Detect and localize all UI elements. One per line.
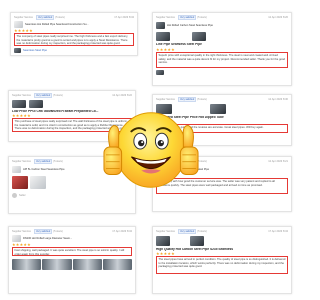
supplier-service-label: Supplier Service (12, 230, 31, 234)
product-link[interactable]: Seamless Steel Pipe (23, 49, 47, 52)
product-thumbnail[interactable] (12, 235, 21, 243)
thumbs-up-smiley-icon (103, 112, 199, 188)
review-text-box: Fast shipping, well packaged. It was qui… (12, 247, 132, 257)
pipe-photo[interactable] (156, 70, 164, 76)
product-thumbnail[interactable] (29, 100, 43, 109)
review-date: 17 Apr 2023 8:34 (112, 230, 132, 234)
product-thumbnail[interactable] (190, 236, 204, 247)
supplier-service-label: Supplier Service (14, 16, 33, 20)
supplier-service-label: Supplier Service (156, 230, 175, 234)
pipe-photo[interactable] (30, 176, 46, 190)
product-thumbnail[interactable] (12, 166, 21, 174)
pipe-photo[interactable] (192, 32, 206, 42)
pipe-photo[interactable] (156, 32, 170, 42)
review-date: 17 Apr 2023 8:34 (114, 16, 134, 20)
supplier-service-label: Supplier Service (156, 16, 175, 20)
avatar (12, 193, 17, 199)
product-title[interactable]: Line Pipe Seamless Steel Pipe (156, 43, 288, 47)
product-title[interactable]: DN100 Hot Rolled Large Diameter Seam... (23, 237, 72, 240)
pipe-photo[interactable] (42, 259, 72, 271)
pipe-photo[interactable] (12, 176, 28, 190)
pipe-photo-gallery[interactable] (12, 259, 132, 271)
rating-badge: Very satisfied (178, 15, 197, 21)
rating-stars-text: (5 stars) (53, 230, 63, 234)
rating-stars-text: (5 stars) (53, 160, 63, 164)
product-title[interactable]: API 5L Carbon Steel Seamless Pipe (23, 168, 65, 171)
rating-stars-text: (5 stars) (197, 230, 207, 234)
rating-stars-text: (5 stars) (53, 94, 63, 98)
product-thumbnail[interactable] (14, 21, 23, 29)
review-text: Superb price with exceptional quality in… (158, 54, 285, 65)
review-date: 17 Apr 2023 8:34 (268, 230, 288, 234)
review-text-box: The steel pipes have arrived in perfect … (156, 256, 288, 275)
product-thumbnail[interactable] (12, 100, 26, 109)
product-thumbnail[interactable] (156, 22, 165, 30)
rating-badge: Very satisfied (34, 229, 53, 235)
supplier-service-label: Supplier Service (12, 94, 31, 98)
rating-badge: Very satisfied (36, 15, 55, 21)
product-thumbnail[interactable] (210, 104, 226, 115)
seller-name: Seller (19, 194, 26, 198)
rating-stars-text: (5 stars) (55, 16, 65, 20)
pipe-photo[interactable] (102, 259, 132, 271)
pipe-photo[interactable] (72, 259, 102, 271)
review-card-8: Supplier Service Very satisfied (5 stars… (152, 226, 292, 294)
review-text: The company of steel pipes really surpri… (16, 35, 129, 46)
rating-badge: Very satisfied (34, 159, 53, 165)
review-text-box: The company of steel pipes really surpri… (14, 33, 134, 47)
review-card-1: Supplier Service Very satisfied (5 stars… (10, 12, 138, 56)
pipe-photo[interactable] (14, 48, 21, 54)
review-card-2: Supplier Service Very satisfied (5 stars… (152, 12, 292, 86)
rating-stars-text: (5 stars) (197, 16, 207, 20)
product-title[interactable]: Seamless Hot Rolled Pipe Seamless/Constr… (25, 23, 89, 26)
product-thumbnail[interactable] (156, 236, 170, 247)
pipe-photo[interactable] (12, 259, 42, 271)
product-title[interactable]: Hot Rolled Carbon Steel Seamless Pipe (167, 24, 213, 27)
review-text: Fast shipping, well packaged. It was qui… (14, 249, 125, 256)
review-date: 12 Apr 2023 8:26 (268, 16, 288, 20)
review-date: 12 Apr 2023 8:21 (268, 160, 288, 164)
supplier-service-label: Supplier Service (12, 160, 31, 164)
review-date: 12 Apr 2023 8:30 (268, 98, 288, 102)
review-card-7: Supplier Service Very satisfied (5 stars… (8, 226, 136, 294)
rating-badge: Very satisfied (34, 93, 53, 99)
review-text-box: Superb price with exceptional quality in… (156, 52, 288, 69)
rating-badge: Very satisfied (178, 229, 197, 235)
review-text: The steel pipes have arrived in perfect … (158, 258, 286, 269)
